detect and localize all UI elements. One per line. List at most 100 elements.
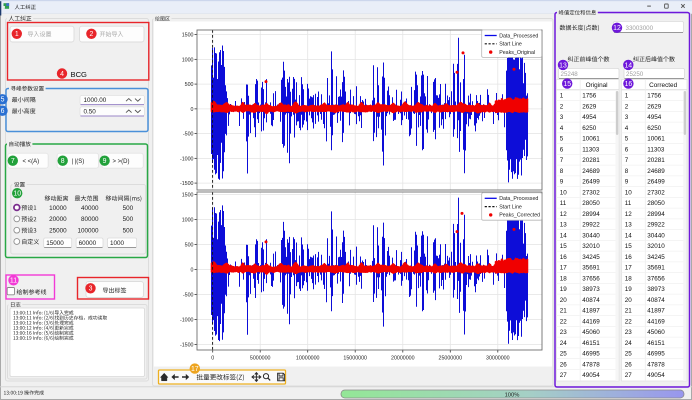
svg-text:37656: 37656 [582,275,600,282]
svg-text:45060: 45060 [582,329,600,336]
svg-text:13: 13 [560,222,568,229]
svg-text:49054: 49054 [647,372,665,379]
svg-text:11303: 11303 [582,146,600,153]
svg-text:500: 500 [185,82,194,88]
svg-text:10: 10 [560,189,568,196]
svg-text:26: 26 [560,361,568,368]
svg-text:15000: 15000 [46,240,64,247]
svg-text:21: 21 [625,308,633,315]
svg-text:46151: 46151 [647,340,665,347]
svg-text:25: 25 [625,351,633,358]
svg-text:27302: 27302 [647,189,665,196]
svg-text:-1000: -1000 [180,156,194,162]
svg-text:Original: Original [586,82,608,89]
svg-text:25000: 25000 [49,228,67,235]
svg-text:500: 500 [123,228,134,235]
svg-text:4954: 4954 [647,114,662,121]
svg-text:7: 7 [560,157,564,164]
svg-text:27302: 27302 [582,189,600,196]
svg-text:30440: 30440 [582,232,600,239]
svg-text:26499: 26499 [647,179,665,186]
svg-text:2: 2 [560,103,564,110]
svg-text:1000: 1000 [182,217,194,223]
svg-text:33003000: 33003000 [626,25,654,32]
svg-text:24: 24 [560,340,568,347]
svg-text:14: 14 [560,232,568,239]
svg-text:0: 0 [211,356,214,362]
svg-text:15000000: 15000000 [343,356,367,362]
svg-text:17: 17 [560,265,568,272]
svg-text:47878: 47878 [582,361,600,368]
svg-text:16: 16 [625,81,633,88]
svg-text:7: 7 [625,157,629,164]
svg-text:8: 8 [560,168,564,175]
svg-text:20000: 20000 [49,216,67,223]
svg-text:17: 17 [625,265,633,272]
svg-text:1000.00: 1000.00 [84,97,107,104]
svg-text:5: 5 [1,97,5,104]
svg-text:13: 13 [625,222,633,229]
svg-text:2: 2 [625,103,629,110]
svg-text:15: 15 [563,81,571,88]
svg-text:6250: 6250 [647,125,662,132]
svg-text:24689: 24689 [647,168,665,175]
svg-text:28050: 28050 [647,200,665,207]
svg-text:5000000: 5000000 [250,356,271,362]
svg-text:34245: 34245 [582,254,600,261]
svg-text:11: 11 [625,200,632,207]
svg-text:20000000: 20000000 [391,356,415,362]
svg-text:3: 3 [89,286,93,293]
svg-text:23: 23 [560,329,568,336]
svg-text:20: 20 [560,297,568,304]
svg-text:1756: 1756 [582,93,597,100]
svg-text:6: 6 [625,146,629,153]
svg-text:4: 4 [625,125,629,132]
svg-text:10: 10 [625,189,633,196]
svg-text:37656: 37656 [647,275,665,282]
svg-text:6250: 6250 [582,125,597,132]
svg-text:> >(D): > >(D) [113,159,130,165]
svg-text:12: 12 [613,25,621,32]
svg-text:18: 18 [625,275,633,282]
svg-text:9: 9 [560,179,564,186]
svg-text:26499: 26499 [582,179,600,186]
svg-text:-1500: -1500 [180,181,194,187]
svg-text:500: 500 [185,242,194,248]
svg-text:Peaks_Original: Peaks_Original [499,50,535,56]
svg-text:22: 22 [625,318,633,325]
svg-text:11: 11 [10,278,17,285]
svg-text:500: 500 [123,205,134,212]
svg-text:9: 9 [625,179,629,186]
svg-text:6: 6 [1,108,5,115]
svg-text:10: 10 [13,191,21,198]
svg-text:44169: 44169 [647,318,665,325]
svg-text:500: 500 [123,216,134,223]
svg-text:40874: 40874 [647,297,665,304]
svg-text:0: 0 [191,267,194,273]
svg-text:5: 5 [625,136,629,143]
svg-text:3: 3 [625,114,629,121]
svg-text:47878: 47878 [647,361,665,368]
svg-text:16: 16 [625,254,633,261]
svg-text:41897: 41897 [647,308,665,315]
svg-text:25: 25 [560,351,568,358]
svg-text:10061: 10061 [582,136,600,143]
svg-text:24689: 24689 [582,168,600,175]
svg-text:34245: 34245 [647,254,665,261]
svg-text:10000000: 10000000 [296,356,320,362]
svg-text:20281: 20281 [647,157,665,164]
svg-text:60000: 60000 [79,240,97,247]
svg-text:8: 8 [61,158,65,165]
svg-text:Corrected: Corrected [649,82,678,89]
svg-text:4: 4 [60,71,64,78]
svg-text:17: 17 [191,366,199,373]
svg-text:-500: -500 [183,292,194,298]
svg-text:41897: 41897 [582,308,600,315]
svg-text:29922: 29922 [582,222,600,229]
svg-text:46995: 46995 [582,351,600,358]
svg-text:40000: 40000 [81,205,99,212]
svg-text:20281: 20281 [582,157,600,164]
svg-text:5: 5 [560,136,564,143]
svg-text:12: 12 [625,211,633,218]
svg-text:-1500: -1500 [180,342,194,348]
